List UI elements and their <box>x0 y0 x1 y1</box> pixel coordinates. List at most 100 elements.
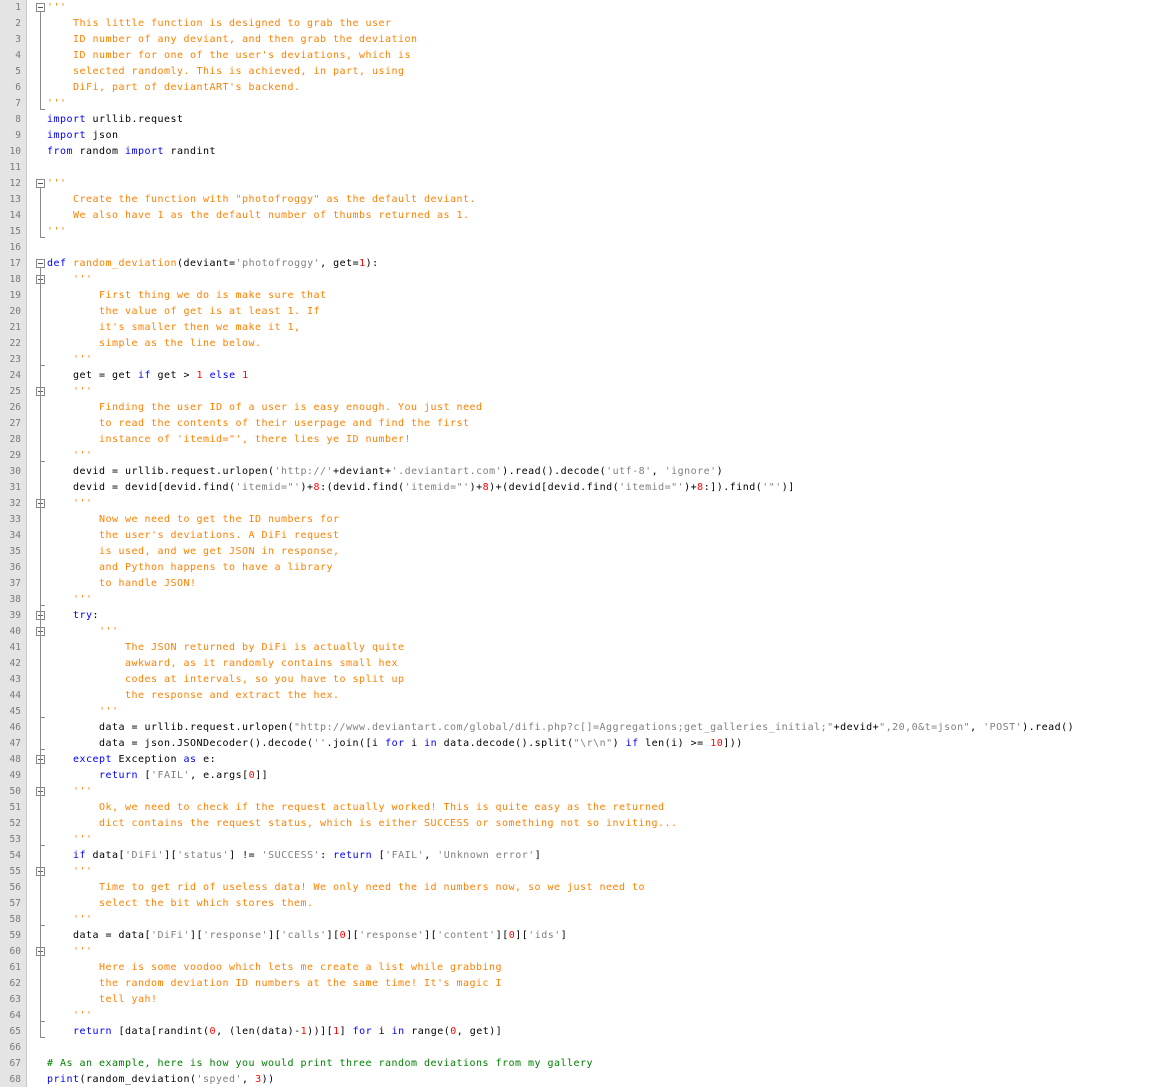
code-line[interactable]: selected randomly. This is achieved, in … <box>47 64 405 80</box>
code-token: :(devid.find( <box>320 482 405 493</box>
code-line[interactable]: is used, and we get JSON in response, <box>47 544 340 560</box>
code-line[interactable]: return [data[randint(0, (len(data)-1))][… <box>47 1024 502 1040</box>
code-line[interactable]: ''' <box>47 272 93 288</box>
code-line[interactable]: # As an example, here is how you would p… <box>47 1056 593 1072</box>
fold-toggle-icon[interactable] <box>36 259 45 268</box>
code-line[interactable]: simple as the line below. <box>47 336 262 352</box>
code-line[interactable]: awkward, as it randomly contains small h… <box>47 656 398 672</box>
code-line[interactable]: try: <box>47 608 99 624</box>
string-token: '' <box>313 738 327 749</box>
docstring-token: ''' <box>47 354 93 365</box>
line-number: 38 <box>9 594 21 605</box>
docstring-token: simple as the line below. <box>47 338 262 349</box>
code-line[interactable]: ID number for one of the user's deviatio… <box>47 48 411 64</box>
code-line[interactable]: Create the function with "photofroggy" a… <box>47 192 476 208</box>
code-line[interactable]: Ok, we need to check if the request actu… <box>47 800 665 816</box>
fold-toggle-icon[interactable] <box>36 179 45 188</box>
line-number: 28 <box>9 434 21 445</box>
code-line[interactable]: data = data['DiFi']['response']['calls']… <box>47 928 567 944</box>
code-line[interactable]: ''' <box>47 624 119 640</box>
code-editor[interactable]: 1 2 3 4 5 6 7 8 9 10 11 12 13 14 15 16 17 18 19 20 21 22 23 24 2… <box>0 0 1167 1087</box>
keyword-token: return <box>333 850 373 861</box>
code-line[interactable]: ''' <box>47 864 93 880</box>
code-line[interactable]: the random deviation ID numbers at the s… <box>47 976 502 992</box>
code-line[interactable]: Now we need to get the ID numbers for <box>47 512 340 528</box>
code-token: )+(devid[devid.find( <box>489 482 620 493</box>
code-line[interactable]: This little function is designed to grab… <box>47 16 392 32</box>
code-line[interactable]: ''' <box>47 832 93 848</box>
code-line[interactable]: ''' <box>47 96 67 112</box>
code-line[interactable]: from random import randint <box>47 144 216 160</box>
code-line[interactable]: First thing we do is make sure that <box>47 288 327 304</box>
fold-guide-end <box>40 109 45 110</box>
code-line[interactable]: print(random_deviation('spyed', 3)) <box>47 1072 275 1088</box>
keyword-token: import <box>125 146 165 157</box>
code-line[interactable]: tell yah! <box>47 992 158 1008</box>
code-line[interactable]: ''' <box>47 944 93 960</box>
code-line[interactable]: if data['DiFi']['status'] != 'SUCCESS': … <box>47 848 541 864</box>
fold-toggle-icon[interactable] <box>36 3 45 12</box>
code-token: , <box>242 1074 256 1085</box>
code-line[interactable]: import urllib.request <box>47 112 184 128</box>
code-line[interactable]: devid = devid[devid.find('itemid="')+8:(… <box>47 480 795 496</box>
code-line[interactable]: ID number of any deviant, and then grab … <box>47 32 418 48</box>
code-line[interactable]: devid = urllib.request.urlopen('http://'… <box>47 464 723 480</box>
docstring-token: First thing we do is make sure that <box>47 290 327 301</box>
code-line[interactable]: Here is some voodoo which lets me create… <box>47 960 502 976</box>
code-line[interactable]: select the bit which stores them. <box>47 896 314 912</box>
code-line[interactable]: data = urllib.request.urlopen("http://ww… <box>47 720 1074 736</box>
code-line[interactable]: to handle JSON! <box>47 576 197 592</box>
code-token: e: <box>196 754 217 765</box>
code-line[interactable]: instance of 'itemid="', there lies ye ID… <box>47 432 411 448</box>
code-line[interactable]: data = json.JSONDecoder().decode(''.join… <box>47 736 743 752</box>
code-token: get = get <box>47 370 139 381</box>
code-line[interactable]: except Exception as e: <box>47 752 216 768</box>
line-number: 22 <box>9 338 21 349</box>
function-name-token: random_deviation <box>73 258 178 269</box>
code-line[interactable]: We also have 1 as the default number of … <box>47 208 470 224</box>
line-number: 62 <box>9 978 21 989</box>
code-line[interactable]: ''' <box>47 384 93 400</box>
code-line[interactable]: ''' <box>47 1008 93 1024</box>
code-line[interactable]: The JSON returned by DiFi is actually qu… <box>47 640 405 656</box>
code-line[interactable]: DiFi, part of deviantART's backend. <box>47 80 301 96</box>
fold-guide <box>40 396 41 462</box>
docstring-token: Time to get rid of useless data! We only… <box>47 882 646 893</box>
code-line[interactable]: to read the contents of their userpage a… <box>47 416 470 432</box>
code-line[interactable]: codes at intervals, so you have to split… <box>47 672 405 688</box>
code-line[interactable]: ''' <box>47 784 93 800</box>
code-line[interactable]: ''' <box>47 496 93 512</box>
code-line[interactable]: ''' <box>47 912 93 928</box>
code-line[interactable]: Finding the user ID of a user is easy en… <box>47 400 483 416</box>
string-token: 'utf-8' <box>606 466 652 477</box>
code-line[interactable]: ''' <box>47 0 67 16</box>
code-line[interactable]: import json <box>47 128 119 144</box>
code-line[interactable]: def random_deviation(deviant='photofrogg… <box>47 256 379 272</box>
code-token: ).read().decode( <box>502 466 607 477</box>
code-line[interactable]: return ['FAIL', e.args[0]] <box>47 768 268 784</box>
code-line[interactable]: it's smaller then we make it 1, <box>47 320 301 336</box>
code-line[interactable]: ''' <box>47 592 93 608</box>
docstring-token: This little function is designed to grab… <box>47 18 392 29</box>
code-line[interactable]: ''' <box>47 448 93 464</box>
code-line[interactable]: ''' <box>47 704 119 720</box>
code-line[interactable]: and Python happens to have a library <box>47 560 333 576</box>
code-line[interactable]: the user's deviations. A DiFi request <box>47 528 340 544</box>
code-line[interactable]: Time to get rid of useless data! We only… <box>47 880 645 896</box>
string-token: 'photofroggy' <box>235 258 321 269</box>
code-line[interactable]: the response and extract the hex. <box>47 688 340 704</box>
code-line[interactable]: ''' <box>47 176 67 192</box>
function-name-token: print <box>47 1074 80 1085</box>
code-line[interactable]: get = get if get > 1 else 1 <box>47 368 249 384</box>
docstring-token: ''' <box>47 706 119 717</box>
code-line[interactable]: dict contains the request status, which … <box>47 816 678 832</box>
code-line[interactable]: ''' <box>47 224 67 240</box>
string-token: 'itemid="' <box>235 482 301 493</box>
string-token: '"' <box>762 482 782 493</box>
code-line[interactable]: ''' <box>47 352 93 368</box>
fold-guide-end <box>40 365 45 366</box>
docstring-token: ''' <box>47 2 67 13</box>
code-line[interactable]: the value of get is at least 1. If <box>47 304 320 320</box>
